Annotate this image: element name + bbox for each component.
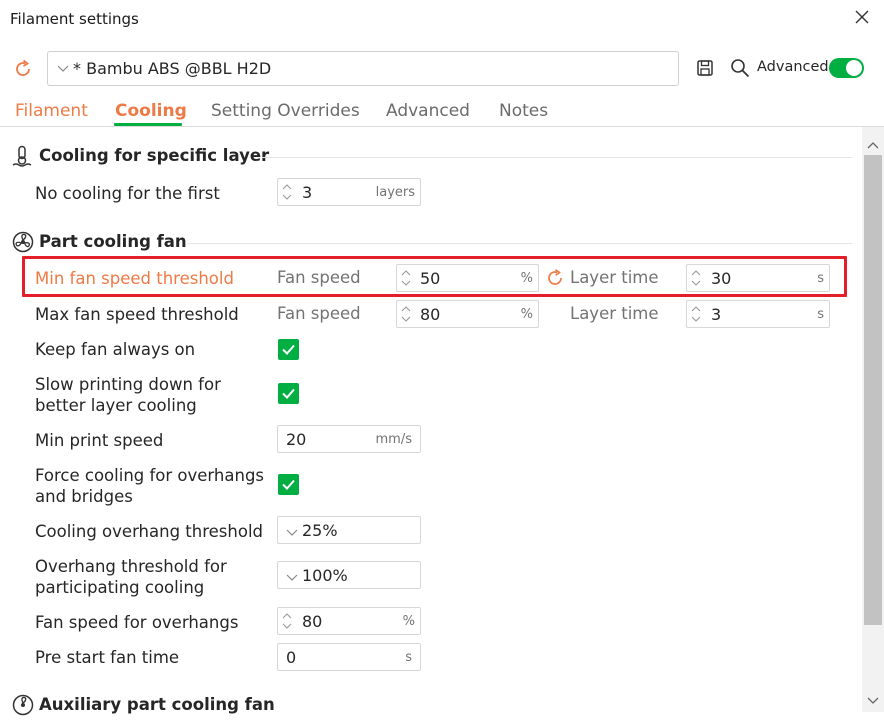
tab-divider	[0, 126, 884, 127]
preset-dropdown[interactable]: * Bambu ABS @BBL H2D	[47, 51, 679, 86]
min-print-speed-input[interactable]: 20 mm/s	[277, 425, 421, 453]
close-icon[interactable]	[853, 8, 871, 26]
checkmark-icon	[282, 388, 295, 399]
save-icon[interactable]	[695, 58, 715, 78]
chevron-down-icon	[285, 524, 299, 538]
chevron-down-icon	[56, 60, 70, 74]
advanced-mode-label: Advanced	[757, 59, 829, 75]
tab-advanced[interactable]: Advanced	[386, 101, 470, 121]
max-fan-speed-sublabel: Fan speed	[277, 304, 361, 323]
slow-down-checkbox[interactable]	[278, 383, 299, 404]
field-unit: layers	[375, 185, 415, 200]
window-title: Filament settings	[10, 10, 139, 28]
section-title-part-fan: Part cooling fan	[39, 232, 187, 251]
field-value: 25%	[302, 521, 338, 540]
keep-fan-on-label: Keep fan always on	[35, 340, 196, 359]
advanced-mode-toggle[interactable]	[829, 58, 864, 78]
tab-filament[interactable]: Filament	[15, 101, 88, 121]
fan-icon	[12, 694, 34, 716]
spin-arrows-icon[interactable]	[400, 304, 412, 324]
search-icon[interactable]	[729, 57, 751, 79]
tab-notes[interactable]: Notes	[499, 101, 548, 121]
max-fan-speed-label: Max fan speed threshold	[35, 305, 239, 324]
field-value: 3	[711, 305, 722, 324]
keep-fan-on-checkbox[interactable]	[278, 339, 299, 360]
field-unit: mm/s	[375, 432, 412, 447]
checkmark-icon	[282, 344, 295, 355]
scroll-down-icon[interactable]	[866, 692, 880, 704]
slow-down-label-line2: better layer cooling	[35, 396, 197, 415]
field-unit: %	[520, 307, 533, 322]
participating-label-line1: Overhang threshold for	[35, 557, 227, 576]
no-cooling-input[interactable]: 3 layers	[277, 178, 421, 206]
checkmark-icon	[282, 479, 295, 490]
no-cooling-label: No cooling for the first	[35, 184, 220, 203]
max-fan-speed-input[interactable]: 80 %	[396, 300, 539, 328]
overhang-threshold-dropdown[interactable]: 25%	[277, 516, 421, 544]
field-value: 3	[302, 183, 313, 202]
fan-overhangs-label: Fan speed for overhangs	[35, 613, 239, 632]
pre-start-fan-input[interactable]: 0 s	[277, 643, 421, 671]
spin-arrows-icon[interactable]	[281, 611, 293, 631]
overhang-threshold-label: Cooling overhang threshold	[35, 522, 264, 541]
force-cooling-checkbox[interactable]	[278, 474, 299, 495]
participating-label-line2: participating cooling	[35, 578, 205, 597]
max-layer-time-input[interactable]: 3 s	[686, 300, 830, 328]
toggle-knob	[846, 60, 862, 76]
scroll-up-icon[interactable]	[866, 136, 880, 149]
highlight-box	[22, 256, 847, 297]
field-value: 80	[302, 612, 323, 631]
field-unit: s	[817, 307, 824, 322]
min-print-speed-label: Min print speed	[35, 431, 164, 450]
field-value: 100%	[302, 566, 348, 585]
fan-overhangs-input[interactable]: 80 %	[277, 607, 421, 635]
slow-down-label-line1: Slow printing down for	[35, 375, 221, 394]
section-divider	[187, 243, 852, 244]
tab-setting-overrides[interactable]: Setting Overrides	[211, 101, 360, 121]
tab-cooling[interactable]: Cooling	[115, 101, 187, 121]
force-cooling-label-line2: and bridges	[35, 487, 133, 506]
reset-arrow-icon[interactable]	[12, 58, 34, 80]
fan-icon	[12, 231, 34, 253]
chevron-down-icon	[285, 569, 299, 583]
participating-threshold-dropdown[interactable]: 100%	[277, 561, 421, 589]
section-title-specific-layer: Cooling for specific layer	[39, 146, 270, 165]
field-unit: s	[405, 650, 412, 665]
pre-start-fan-label: Pre start fan time	[35, 648, 180, 667]
field-unit: %	[402, 614, 415, 629]
max-layer-time-sublabel: Layer time	[570, 304, 659, 323]
preset-name: * Bambu ABS @BBL H2D	[73, 59, 272, 78]
section-divider	[262, 157, 852, 158]
force-cooling-label-line1: Force cooling for overhangs	[35, 466, 265, 485]
spin-arrows-icon[interactable]	[690, 304, 702, 324]
field-value: 0	[286, 648, 297, 667]
spin-arrows-icon[interactable]	[281, 182, 293, 202]
field-value: 20	[286, 430, 307, 449]
section-title-aux-fan: Auxiliary part cooling fan	[39, 695, 275, 714]
field-value: 80	[420, 305, 441, 324]
scrollbar-thumb[interactable]	[864, 155, 882, 625]
thermometer-icon	[12, 145, 32, 167]
